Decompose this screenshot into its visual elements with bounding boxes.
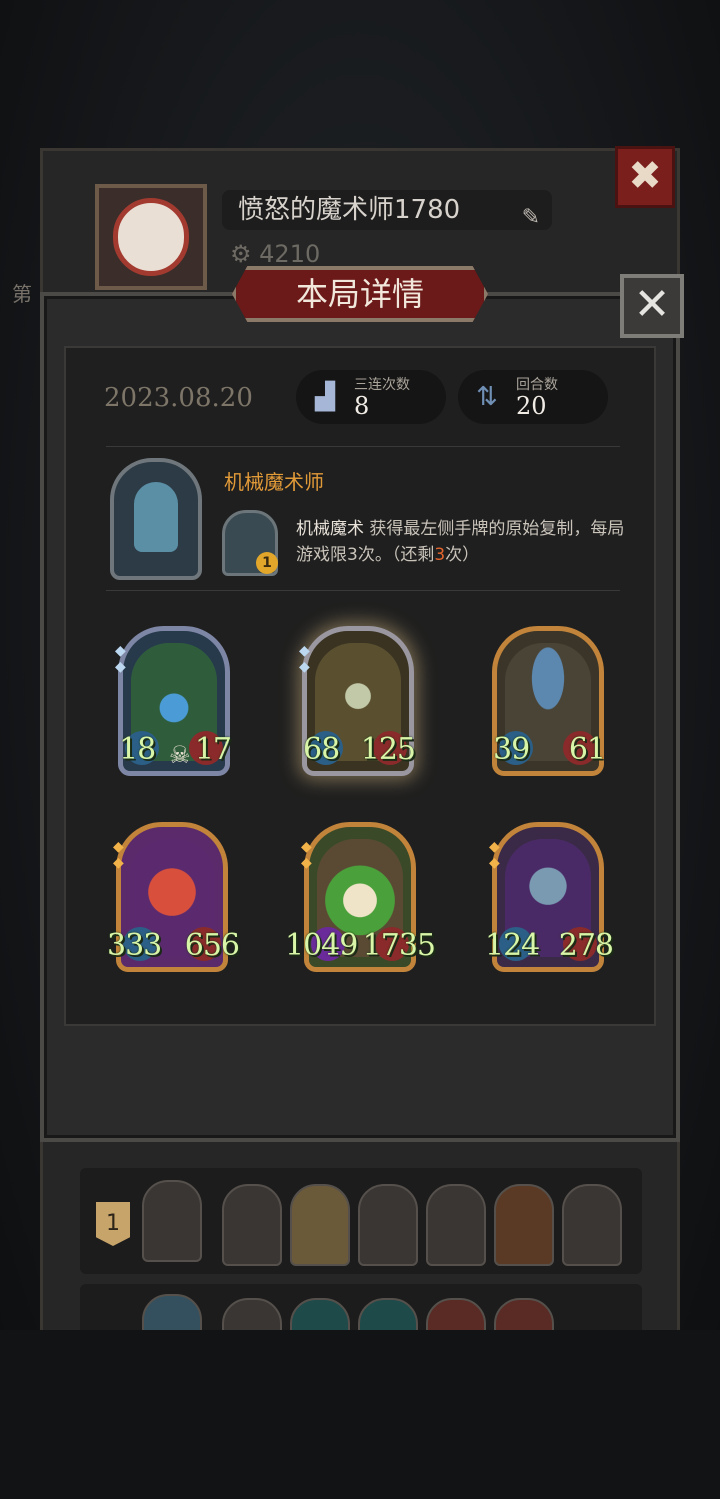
rank-gem-icon: ◆ — [113, 855, 124, 871]
skill-level-badge: 1 — [256, 552, 278, 574]
unit-health: 278 — [558, 928, 614, 963]
modal-title: 本局详情 — [232, 266, 488, 322]
edit-icon[interactable]: ✎ — [522, 198, 540, 238]
avatar — [95, 184, 207, 290]
unit-attack: 333 — [107, 928, 162, 963]
hero-portrait — [110, 458, 202, 580]
unit-mini-portrait — [290, 1184, 350, 1266]
unit-attack: 18 — [119, 732, 156, 767]
rank-gem-icon: ◆ — [489, 839, 500, 855]
unit-health: 656 — [184, 928, 240, 963]
player-name-field[interactable]: 愤怒的魔术师1780 ✎ — [222, 190, 552, 230]
coin-count: ⚙ 4210 — [230, 240, 320, 268]
unit-attack: 39 — [493, 732, 530, 767]
unit-card-selected[interactable]: ◆ ◆ 68 125 — [299, 626, 416, 776]
unit-card[interactable]: ◆ ◆ 1049 1735 — [285, 822, 436, 972]
unit-health: 61 — [568, 732, 606, 767]
skill-description: 机械魔术 获得最左侧手牌的原始复制，每局游戏限3次。（还剩3次） — [296, 516, 626, 568]
match-date: 2023.08.20 — [104, 383, 253, 413]
avatar-face — [113, 198, 189, 276]
divider — [106, 446, 620, 447]
player-name: 愤怒的魔术师1780 — [238, 195, 461, 225]
stat-label: 回合数 — [516, 377, 558, 393]
triple-count-stat: ▟ 三连次数 8 — [296, 370, 446, 424]
divider — [106, 590, 620, 591]
skill-name: 机械魔术 — [296, 519, 364, 539]
unit-health: 17 — [194, 732, 232, 767]
unit-card[interactable]: ◆ ◆ 18 ☠ 17 — [115, 626, 232, 776]
rank-gem-icon: ◆ — [489, 855, 500, 871]
bottom-shade — [0, 1330, 720, 1499]
stat-value: 8 — [354, 392, 370, 420]
unit-mini-portrait — [494, 1184, 554, 1266]
stat-value: 20 — [516, 392, 547, 420]
skill-text-end: 次） — [445, 545, 480, 565]
unit-card[interactable]: ◆ ◆ 124 278 — [485, 822, 614, 972]
coin-value: 4210 — [259, 240, 321, 268]
unit-card[interactable]: 39 61 — [492, 626, 606, 776]
profile-close-button[interactable]: ✖ — [615, 146, 675, 208]
rounds-stat: ⇅ 回合数 20 — [458, 370, 608, 424]
unit-attack: 68 — [303, 732, 340, 767]
unit-health: 125 — [360, 732, 416, 767]
unit-card[interactable]: ◆ ◆ 333 656 — [107, 822, 240, 972]
close-button[interactable]: ✕ — [620, 274, 684, 338]
rank-gem-icon: ◆ — [115, 643, 126, 659]
triple-cards-icon: ▟ — [315, 382, 335, 412]
skill-remaining: 3 — [434, 545, 446, 565]
unit-mini-portrait — [562, 1184, 622, 1266]
unit-health: 1735 — [362, 928, 436, 963]
stat-label: 三连次数 — [354, 377, 410, 393]
unit-mini-portrait — [426, 1184, 486, 1266]
hero-mini-portrait — [142, 1180, 202, 1262]
unit-attack: 1049 — [285, 928, 358, 963]
rank-gem-icon: ◆ — [301, 839, 312, 855]
skull-icon: ☠ — [169, 741, 191, 769]
rank-gem-icon: ◆ — [299, 643, 310, 659]
unit-mini-portrait — [222, 1184, 282, 1266]
rank-badge: 1 — [96, 1202, 130, 1246]
rank-gem-icon: ◆ — [301, 855, 312, 871]
rounds-cycle-icon: ⇅ — [476, 382, 498, 412]
hero-name: 机械魔术师 — [224, 470, 324, 494]
rank-gem-icon: ◆ — [113, 839, 124, 855]
coin-icon: ⚙ — [230, 240, 252, 268]
unit-mini-portrait — [358, 1184, 418, 1266]
unit-attack: 124 — [485, 928, 540, 963]
rank-gem-icon: ◆ — [115, 659, 126, 675]
rank-gem-icon: ◆ — [299, 659, 310, 675]
